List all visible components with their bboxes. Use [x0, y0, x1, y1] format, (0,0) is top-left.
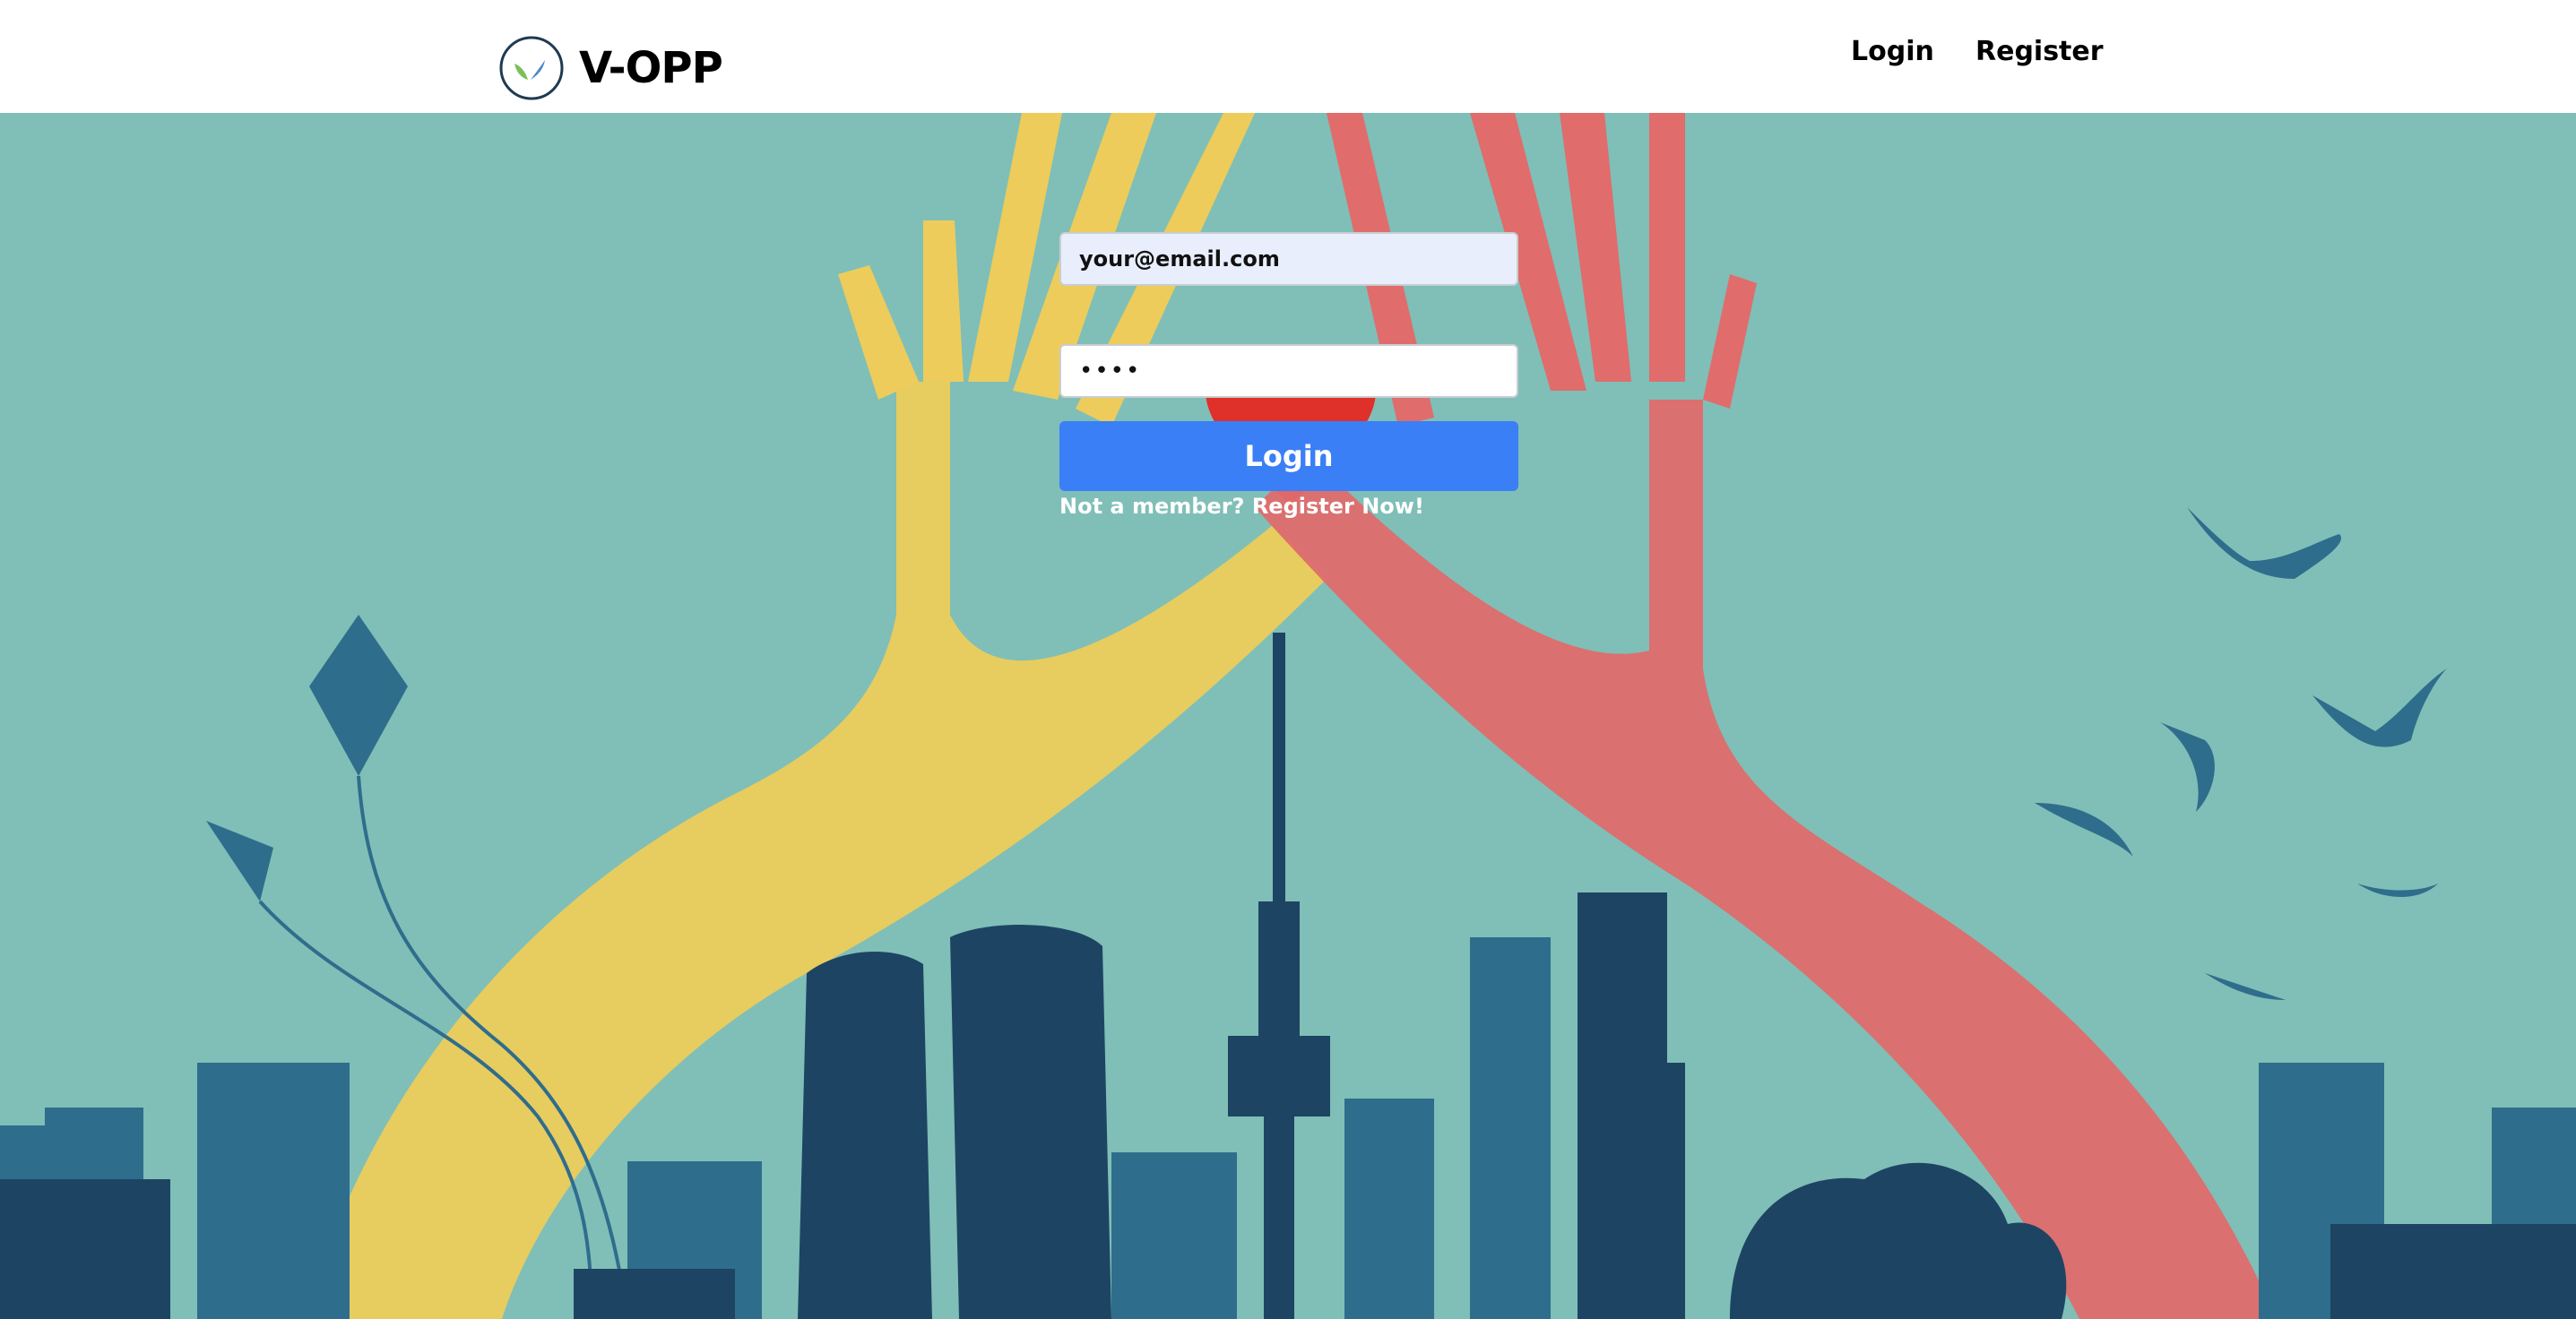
nav-register-link[interactable]: Register [1975, 36, 2104, 67]
brand[interactable]: V-OPP [498, 34, 723, 102]
top-navbar: V-OPP Login Register [0, 0, 2576, 113]
register-now-link[interactable]: Not a member? Register Now! [1059, 494, 1424, 519]
hero-illustration [0, 113, 2576, 1319]
brand-name: V-OPP [579, 43, 723, 93]
login-submit-button[interactable]: Login [1059, 421, 1518, 491]
password-input[interactable]: •••• [1059, 344, 1518, 398]
brand-logo-icon [499, 36, 564, 100]
nav-login-link[interactable]: Login [1851, 36, 1934, 67]
email-input[interactable]: your@email.com [1059, 232, 1518, 286]
city-hands-illustration [0, 113, 2576, 1319]
